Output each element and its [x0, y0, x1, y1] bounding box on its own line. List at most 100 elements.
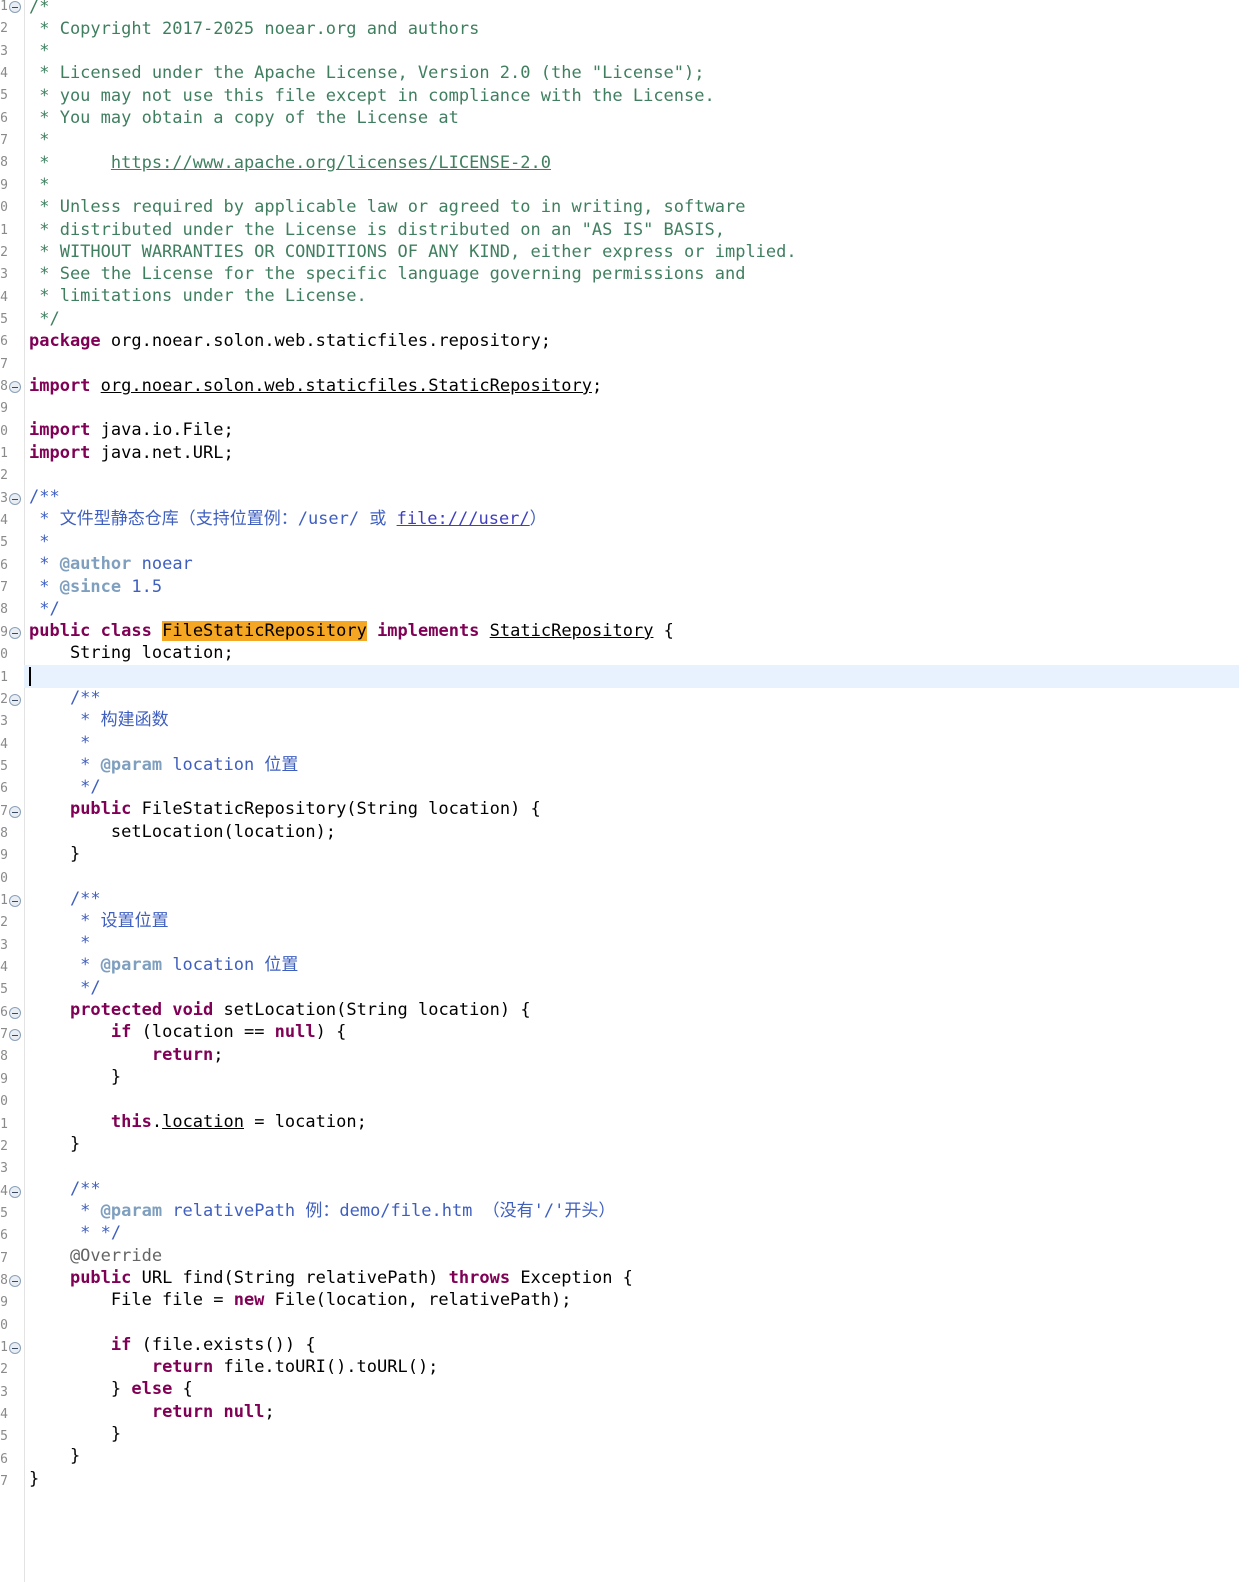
line-number: 9	[0, 401, 8, 416]
code-line-38: setLocation(location);	[29, 822, 337, 842]
fold-toggle-icon[interactable]	[9, 1, 21, 13]
line-number: 1	[0, 893, 8, 908]
code-line-14: * limitations under the License.	[29, 286, 367, 306]
fold-toggle-icon[interactable]	[9, 1029, 21, 1041]
code-line-25: *	[29, 532, 50, 552]
code-line-54: /**	[29, 1179, 101, 1199]
line-number: 1	[0, 1340, 8, 1355]
line-number: 8	[0, 1273, 8, 1288]
code-line-6: * You may obtain a copy of the License a…	[29, 108, 459, 128]
line-number: 7	[0, 580, 8, 595]
line-number: 8	[0, 1049, 8, 1064]
line-number: 7	[0, 804, 8, 819]
line-number: 9	[0, 178, 8, 193]
line-number: 4	[0, 1184, 8, 1199]
line-number: 2	[0, 21, 8, 36]
line-number: 6	[0, 1228, 8, 1243]
line-number: 3	[0, 267, 8, 282]
code-line-37: public FileStaticRepository(String locat…	[69, 799, 541, 819]
code-line-48: return;	[151, 1045, 224, 1065]
code-line-36: */	[29, 777, 101, 797]
line-number: 0	[0, 647, 8, 662]
line-number: 2	[0, 245, 8, 260]
code-line-39: }	[29, 844, 81, 864]
file-url-link[interactable]: file:///user/	[397, 509, 530, 529]
line-number: 6	[0, 111, 8, 126]
code-line-16: package org.noear.solon.web.staticfiles.…	[29, 331, 551, 351]
line-number: 8	[0, 379, 8, 394]
fold-toggle-icon[interactable]	[9, 1186, 21, 1198]
code-line-56: * */	[29, 1223, 122, 1243]
line-number: 5	[0, 312, 8, 327]
fold-toggle-icon[interactable]	[9, 627, 21, 639]
license-url-link[interactable]: https://www.apache.org/licenses/LICENSE-…	[111, 153, 551, 173]
import-static-repository[interactable]: org.noear.solon.web.staticfiles.StaticRe…	[101, 376, 592, 396]
fold-toggle-icon[interactable]	[9, 493, 21, 505]
line-number: 3	[0, 491, 8, 506]
line-number: 2	[0, 915, 8, 930]
line-number: 9	[0, 1295, 8, 1310]
line-number: 1	[0, 223, 8, 238]
line-number: 5	[0, 982, 8, 997]
fold-toggle-icon[interactable]	[9, 381, 21, 393]
code-line-24: * 文件型静态仓库（支持位置例：/user/ 或 file:///user/）	[29, 509, 547, 529]
code-line-35: * @param location 位置	[29, 755, 299, 775]
line-number: 1	[0, 1117, 8, 1132]
code-line-42: * 设置位置	[29, 911, 169, 931]
field-reference[interactable]: location	[162, 1112, 244, 1132]
line-number: 0	[0, 424, 8, 439]
code-line-57: @Override	[29, 1246, 163, 1266]
class-name-highlight[interactable]: FileStaticRepository	[162, 621, 367, 641]
fold-toggle-icon[interactable]	[9, 1342, 21, 1354]
line-number: 1	[0, 670, 8, 685]
line-number: 3	[0, 1161, 8, 1176]
code-line-13: * See the License for the specific langu…	[29, 264, 746, 284]
fold-toggle-icon[interactable]	[9, 694, 21, 706]
line-number: 6	[0, 781, 8, 796]
line-number: 7	[0, 133, 8, 148]
code-editor[interactable]: /* * Copyright 2017-2025 noear.org and a…	[29, 0, 1249, 1582]
line-number: 8	[0, 602, 8, 617]
line-number: 9	[0, 1072, 8, 1087]
code-line-63: } else {	[29, 1379, 193, 1399]
fold-toggle-icon[interactable]	[9, 1007, 21, 1019]
line-number: 5	[0, 535, 8, 550]
code-line-43: *	[29, 933, 91, 953]
code-line-11: * distributed under the License is distr…	[29, 220, 725, 240]
code-line-29: public class FileStaticRepository implem…	[29, 621, 674, 641]
line-number: 0	[0, 1318, 8, 1333]
line-number: 3	[0, 938, 8, 953]
interface-reference[interactable]: StaticRepository	[490, 621, 654, 641]
code-line-58: public URL find(String relativePath) thr…	[69, 1268, 633, 1288]
code-line-26: * @author noear	[29, 554, 193, 574]
line-number: 7	[0, 357, 8, 372]
code-line-1: /*	[29, 0, 50, 17]
line-number: 6	[0, 558, 8, 573]
code-line-65: }	[29, 1424, 122, 1444]
line-number: 6	[0, 1005, 8, 1020]
code-line-45: */	[29, 978, 101, 998]
code-line-23: /**	[29, 487, 60, 507]
code-line-33: * 构建函数	[29, 710, 169, 730]
fold-toggle-icon[interactable]	[9, 1275, 21, 1287]
fold-toggle-icon[interactable]	[9, 806, 21, 818]
code-line-44: * @param location 位置	[29, 955, 299, 975]
code-line-47: if (location == null) {	[110, 1022, 347, 1042]
code-line-67: }	[29, 1469, 40, 1489]
line-number: 2	[0, 1139, 8, 1154]
line-number: 5	[0, 1429, 8, 1444]
code-line-5: * you may not use this file except in co…	[29, 86, 715, 106]
code-line-9: *	[29, 175, 50, 195]
line-number: 0	[0, 1094, 8, 1109]
code-line-18: import org.noear.solon.web.staticfiles.S…	[29, 376, 603, 396]
code-line-59: File file = new File(location, relativeP…	[29, 1290, 572, 1310]
line-number: 4	[0, 290, 8, 305]
code-line-20: import java.io.File;	[29, 420, 234, 440]
line-number: 4	[0, 737, 8, 752]
code-line-46: protected void setLocation(String locati…	[69, 1000, 531, 1020]
line-number: 2	[0, 692, 8, 707]
fold-toggle-icon[interactable]	[9, 895, 21, 907]
code-line-41: /**	[29, 889, 101, 909]
line-number: 4	[0, 1407, 8, 1422]
line-number: 9	[0, 848, 8, 863]
